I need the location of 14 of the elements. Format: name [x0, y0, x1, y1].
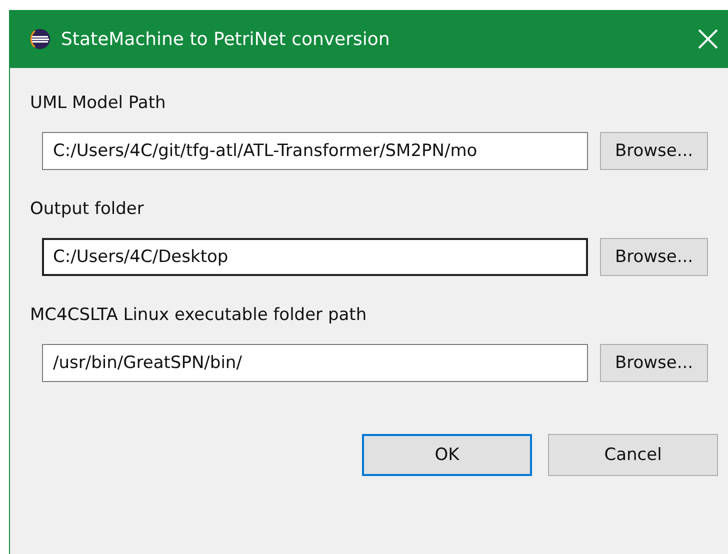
path-field[interactable]: C:/Users/4C/git/tfg-atl/ATL-Transformer/SM2PN/mo: [42, 132, 588, 170]
eclipse-icon: [29, 28, 51, 50]
field-label: MC4CSLTA Linux executable folder path: [30, 304, 368, 327]
close-icon[interactable]: [698, 29, 718, 49]
browse-button[interactable]: Browse...: [600, 344, 708, 382]
field-label: UML Model Path: [30, 92, 167, 115]
browse-button[interactable]: Browse...: [600, 132, 708, 170]
field-label: Output folder: [30, 198, 145, 221]
dialog-button[interactable]: Cancel: [548, 434, 718, 476]
window-title: StateMachine to PetriNet conversion: [61, 28, 391, 50]
browse-button[interactable]: Browse...: [600, 238, 708, 276]
dialog-button[interactable]: OK: [362, 434, 532, 476]
path-field[interactable]: C:/Users/4C/Desktop: [42, 238, 588, 276]
path-field[interactable]: /usr/bin/GreatSPN/bin/: [42, 344, 588, 382]
